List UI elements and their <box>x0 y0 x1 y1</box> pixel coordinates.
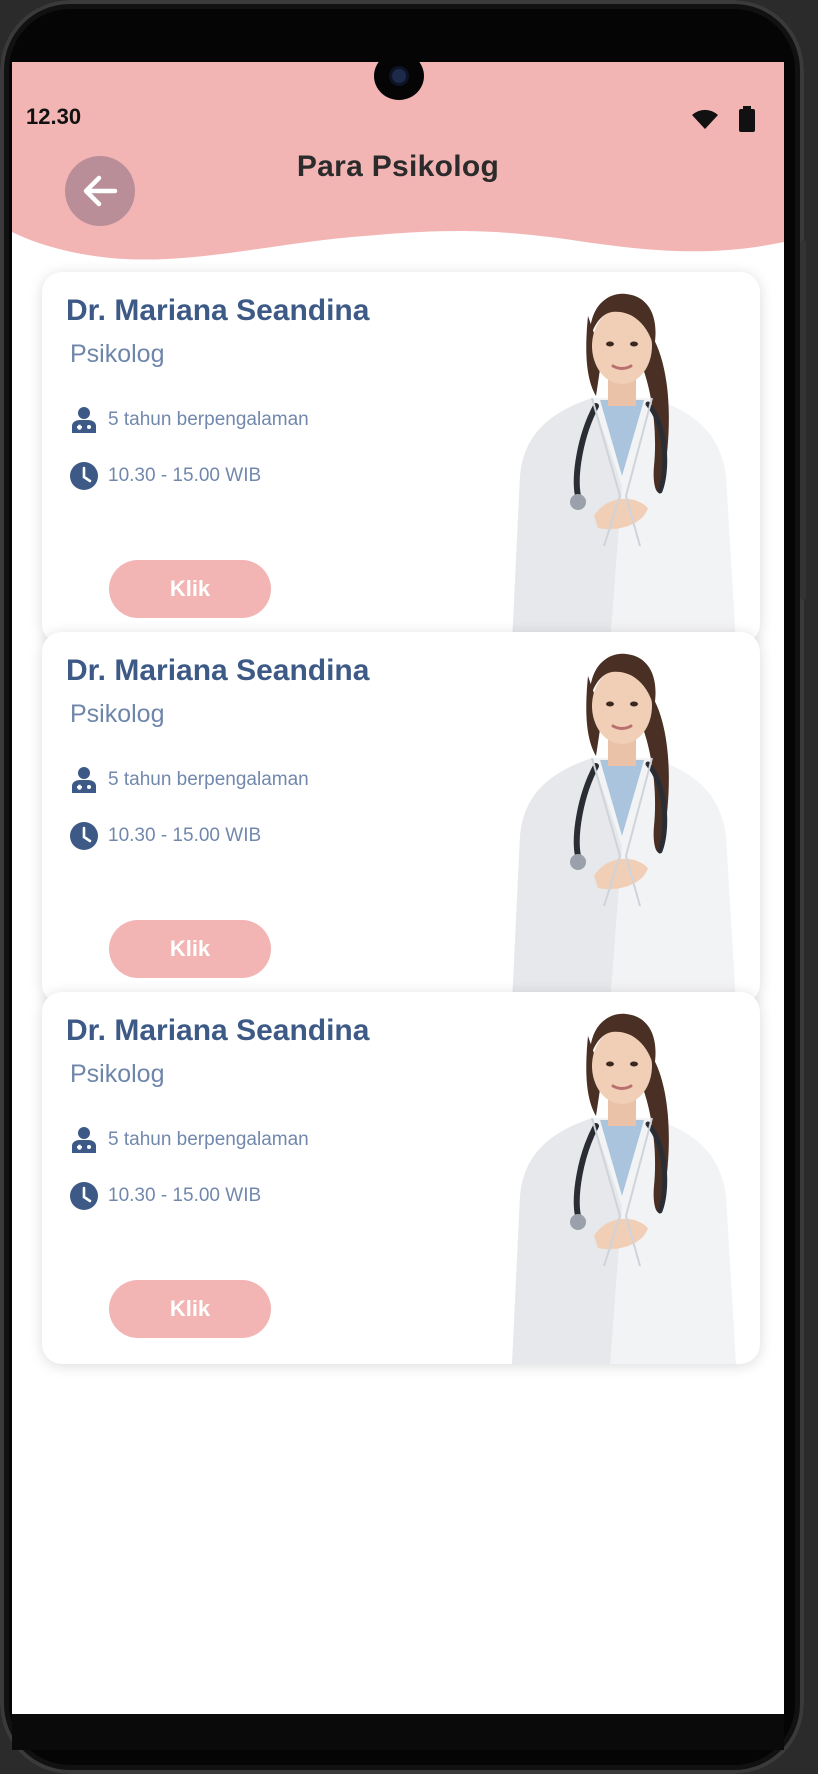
hours-text: 10.30 - 15.00 WIB <box>108 825 262 846</box>
experience-text: 5 tahun berpengalaman <box>108 1129 309 1150</box>
doctor-name: Dr. Mariana Seandina <box>66 654 370 687</box>
experience-row: 5 tahun berpengalaman <box>68 1124 309 1156</box>
wifi-icon <box>692 109 718 129</box>
doctor-photo <box>512 1013 736 1364</box>
hours-row: 10.30 - 15.00 WIB <box>68 820 261 852</box>
experience-text: 5 tahun berpengalaman <box>108 769 309 790</box>
clock-icon <box>68 460 100 492</box>
navigation-bar <box>12 1714 784 1750</box>
experience-row: 5 tahun berpengalaman <box>68 404 309 436</box>
experience-row: 5 tahun berpengalaman <box>68 764 309 796</box>
doctor-icon <box>68 764 100 796</box>
hours-row: 10.30 - 15.00 WIB <box>68 460 261 492</box>
psychologist-card[interactable]: Dr. Mariana Seandina Psikolog 5 tahun be… <box>42 632 760 1004</box>
klik-button[interactable]: Klik <box>109 560 271 618</box>
side-button <box>800 240 806 600</box>
klik-button[interactable]: Klik <box>109 920 271 978</box>
hours-text: 10.30 - 15.00 WIB <box>108 1185 262 1206</box>
battery-icon <box>739 106 755 132</box>
hours-row: 10.30 - 15.00 WIB <box>68 1180 261 1212</box>
doctor-name: Dr. Mariana Seandina <box>66 1014 370 1047</box>
doctor-role: Psikolog <box>70 1060 165 1088</box>
hours-text: 10.30 - 15.00 WIB <box>108 465 262 486</box>
doctor-icon <box>68 404 100 436</box>
doctor-role: Psikolog <box>70 340 165 368</box>
clock-icon <box>68 820 100 852</box>
clock-icon <box>68 1180 100 1212</box>
status-time: 12.30 <box>26 104 82 129</box>
doctor-role: Psikolog <box>70 700 165 728</box>
psychologist-card[interactable]: Dr. Mariana Seandina Psikolog 5 tahun be… <box>42 992 760 1364</box>
experience-text: 5 tahun berpengalaman <box>108 409 309 430</box>
page-title: Para Psikolog <box>296 150 500 183</box>
front-camera <box>374 52 424 100</box>
app-screen: 12.30 Para Psikolog Dr. Mariana Seandina… <box>12 62 784 1714</box>
doctor-name: Dr. Mariana Seandina <box>66 294 370 327</box>
status-icons <box>690 106 756 132</box>
doctor-photo <box>512 653 736 1004</box>
psychologist-card[interactable]: Dr. Mariana Seandina Psikolog 5 tahun be… <box>42 272 760 644</box>
phone-frame: 12.30 Para Psikolog Dr. Mariana Seandina… <box>0 0 806 1774</box>
klik-button[interactable]: Klik <box>109 1280 271 1338</box>
doctor-icon <box>68 1124 100 1156</box>
doctor-photo <box>512 293 736 644</box>
